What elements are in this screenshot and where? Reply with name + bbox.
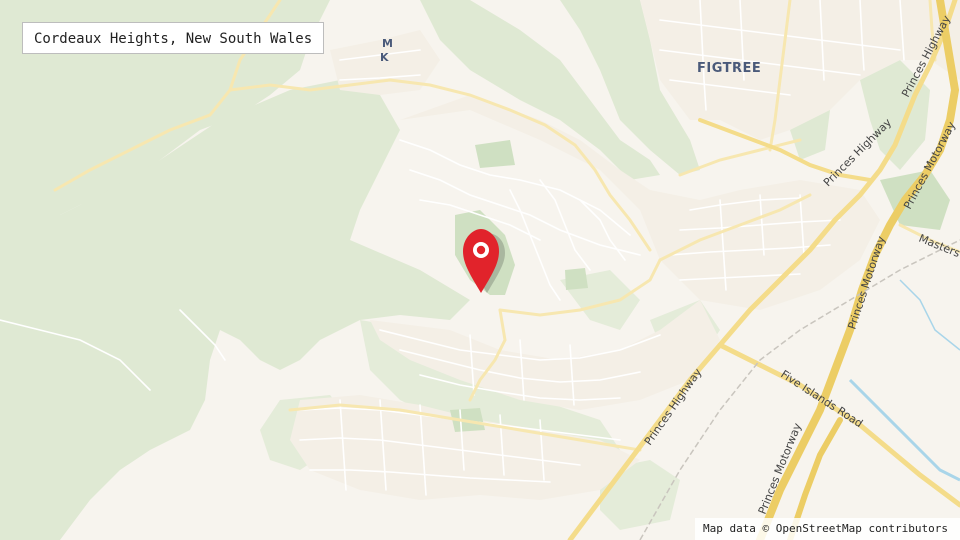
- map-attribution[interactable]: Map data © OpenStreetMap contributors: [694, 518, 960, 540]
- park-area: [565, 268, 588, 290]
- suburb-label-partial-k: K: [380, 51, 389, 64]
- suburb-label-figtree: FIGTREE: [697, 61, 761, 76]
- map-canvas[interactable]: FIGTREE M K Princes Highway Princes High…: [0, 0, 960, 540]
- suburb-label-partial-m: M: [382, 37, 393, 50]
- park-area: [475, 140, 515, 168]
- location-title: Cordeaux Heights, New South Wales: [22, 22, 325, 54]
